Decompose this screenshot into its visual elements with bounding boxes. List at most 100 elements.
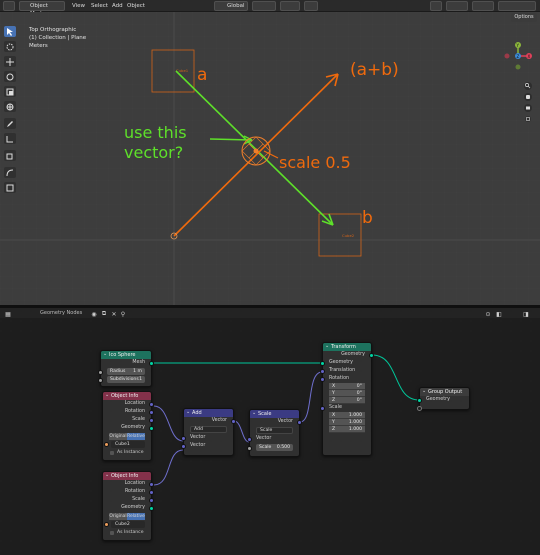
transform-node[interactable]: Transform Geometry Geometry Translation …	[320, 342, 374, 456]
rotation-z-field[interactable]: Z 0°	[329, 397, 365, 404]
close-icon[interactable]: ✕	[110, 310, 118, 318]
overlay-toggle[interactable]	[472, 1, 494, 11]
node-tree-name[interactable]: Geometry Nodes	[40, 309, 82, 317]
object-info-1-title[interactable]: Object Info	[103, 391, 151, 400]
transform-geometry-socket[interactable]	[320, 361, 325, 366]
scale-z-label: Z	[332, 427, 336, 432]
vector-scale-node-title[interactable]: Scale	[250, 409, 299, 418]
proportional-edit-toggle[interactable]	[304, 1, 318, 11]
object-info-node-1[interactable]: Object Info Location Rotation Scale Geom…	[102, 391, 154, 461]
group-output-node[interactable]: Group Output Geometry	[417, 387, 470, 411]
object-info-2-title[interactable]: Object Info	[103, 471, 151, 480]
object-2-value: Cube2	[115, 522, 130, 527]
transform-space-toggle-2[interactable]: Original Relative	[109, 513, 145, 520]
as-instance-1-checkbox[interactable]: As Instance	[103, 449, 151, 457]
scale-2-socket[interactable]	[149, 498, 154, 503]
menu-object[interactable]: Object	[127, 2, 145, 10]
menu-add[interactable]: Add	[112, 2, 123, 10]
scale-x-field[interactable]: X 1.000	[329, 412, 365, 419]
shield-icon[interactable]: ◉	[90, 310, 98, 318]
subdivisions-field[interactable]: Subdivisions 1	[98, 376, 145, 383]
add-input-2-socket[interactable]	[181, 444, 186, 449]
add-operation-dropdown[interactable]: Add	[190, 426, 227, 433]
mesh-output-socket[interactable]	[149, 361, 154, 366]
rotation-2-label: Rotation	[124, 489, 145, 494]
add-input-2-label: Vector	[190, 443, 206, 448]
copy-icon[interactable]: ⧉	[100, 310, 108, 318]
scale-factor-value: 0.500	[276, 445, 290, 450]
radius-input-socket[interactable]	[98, 370, 103, 375]
rotation-xyz-fields: X 0° Y 0° Z 0°	[323, 383, 371, 404]
object-info-node-2[interactable]: Object Info Location Rotation Scale Geom…	[102, 471, 154, 541]
add-output-socket[interactable]	[231, 419, 236, 424]
geometry-2-socket[interactable]	[149, 506, 154, 511]
transform-output-socket[interactable]	[369, 353, 374, 358]
sidebar-toggle-icon[interactable]: ◨	[522, 310, 530, 318]
object-2-input-socket[interactable]	[104, 522, 109, 527]
cube2-object[interactable]	[318, 213, 362, 257]
as-instance-2-checkbox[interactable]: As Instance	[103, 529, 151, 537]
snap-icon[interactable]: ⊙	[484, 310, 492, 318]
location-1-socket[interactable]	[149, 402, 154, 407]
snap-toggle[interactable]	[280, 1, 300, 11]
node-editor-canvas[interactable]: Ico Sphere Mesh Radius 1 m Subdivisions 1 …	[0, 318, 540, 555]
geometry-1-socket[interactable]	[149, 426, 154, 431]
original-1-option[interactable]: Original	[109, 433, 127, 440]
scale-input-socket[interactable]	[247, 437, 252, 442]
scale-factor-field[interactable]: Scale 0.500	[247, 444, 293, 451]
subdivisions-input-socket[interactable]	[98, 378, 103, 383]
visibility-button[interactable]	[430, 1, 442, 11]
editor-type-icon[interactable]: ▦	[4, 310, 12, 318]
rotation-y-field[interactable]: Y 0°	[329, 390, 365, 397]
transform-node-title[interactable]: Transform	[323, 342, 371, 351]
gizmo-toggle[interactable]	[446, 1, 468, 11]
rotation-1-socket[interactable]	[149, 410, 154, 415]
original-2-option[interactable]: Original	[109, 513, 127, 520]
scale-1-socket[interactable]	[149, 418, 154, 423]
group-output-empty-socket[interactable]	[417, 406, 422, 411]
menu-view[interactable]: View	[72, 2, 85, 10]
scale-output-socket[interactable]	[297, 420, 302, 425]
ico-sphere-node[interactable]: Ico Sphere Mesh Radius 1 m Subdivisions1	[98, 350, 154, 387]
pin-icon[interactable]: ⚲	[119, 310, 127, 318]
rotation-2-socket[interactable]	[149, 490, 154, 495]
vector-scale-node[interactable]: Scale Vector Scale Vector Scale 0.500	[247, 409, 302, 457]
ico-sphere-object[interactable]	[241, 136, 271, 166]
radius-field[interactable]: Radius 1 m	[98, 368, 145, 375]
group-output-geometry-socket[interactable]	[417, 398, 422, 403]
location-2-socket[interactable]	[149, 482, 154, 487]
pivot-dropdown[interactable]	[252, 1, 276, 11]
object-2-field[interactable]: Cube2	[104, 521, 145, 528]
transform-rotation-label: Rotation	[329, 376, 350, 381]
transform-orientation-dropdown[interactable]: Global	[214, 1, 248, 11]
menu-select[interactable]: Select	[91, 2, 108, 10]
rotation-y-value: 0°	[356, 391, 362, 396]
shading-buttons[interactable]	[498, 1, 536, 11]
overlay-icon[interactable]: ◧	[495, 310, 503, 318]
difference-vector-line	[175, 70, 334, 226]
scale-y-label: Y	[332, 420, 335, 425]
ico-sphere-node-title[interactable]: Ico Sphere	[101, 350, 151, 359]
scale-operation-dropdown[interactable]: Scale	[256, 427, 293, 434]
add-output-label: Vector	[211, 418, 227, 423]
mode-dropdown[interactable]: Object Mode	[19, 1, 65, 17]
group-output-node-title[interactable]: Group Output	[420, 387, 469, 396]
scale-z-field[interactable]: Z 1.000	[329, 426, 365, 433]
add-input-1-socket[interactable]	[181, 436, 186, 441]
relative-1-option[interactable]: Relative	[127, 433, 145, 440]
scale-factor-socket[interactable]	[247, 446, 252, 451]
radius-value: 1 m	[133, 369, 142, 374]
vector-add-node-title[interactable]: Add	[184, 408, 233, 417]
scale-input-label: Vector	[256, 436, 272, 441]
scale-y-field[interactable]: Y 1.000	[329, 419, 365, 426]
vector-add-node[interactable]: Add Vector Add Vector Vector	[181, 408, 236, 456]
object-1-field[interactable]: Cube1	[104, 441, 145, 448]
transform-rotation-socket[interactable]	[320, 377, 325, 382]
relative-2-option[interactable]: Relative	[127, 513, 145, 520]
object-1-input-socket[interactable]	[104, 442, 109, 447]
transform-space-toggle-1[interactable]: Original Relative	[109, 433, 145, 440]
editor-type-button[interactable]	[3, 1, 15, 11]
transform-translation-socket[interactable]	[320, 369, 325, 374]
transform-scale-socket[interactable]	[320, 406, 325, 411]
rotation-x-field[interactable]: X 0°	[329, 383, 365, 390]
